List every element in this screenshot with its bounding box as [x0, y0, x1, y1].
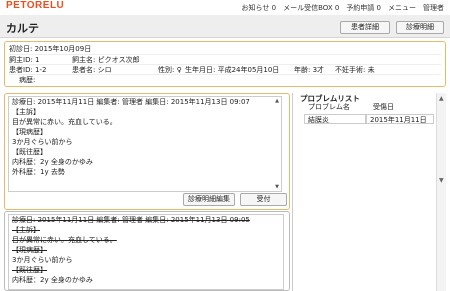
- patient-detail-button[interactable]: 患者詳細: [340, 21, 390, 34]
- note-line: 【現病歴】: [12, 128, 47, 136]
- patient-info-box: 初診日: 2015年10月09日 飼主ID: 1 飼主名: ピクオス次郎 患者I…: [4, 41, 446, 87]
- patient-name: 患者名: シロ: [72, 66, 112, 74]
- note-line: 外科歴：1y 去勢: [12, 168, 65, 176]
- problem-list-panel: プロブレムリスト プロブレム名 受傷日 結膜炎 2015年11月11日: [296, 93, 446, 291]
- chart-note-text[interactable]: 診療日: 2015年11月11日 編集者: 管理者 編集日: 2015年11月1…: [8, 96, 282, 192]
- col-injury-date: 受傷日: [373, 103, 394, 111]
- patient-age: 年齢: 3才: [294, 66, 325, 74]
- nav-menu[interactable]: メニュー: [388, 3, 416, 13]
- scroll-up-icon[interactable]: ▲: [275, 98, 279, 104]
- page-title: カルテ: [6, 22, 39, 35]
- info-row-patient: 患者ID: 1-2 患者名: シロ 性別: ♀ 生年月日: 平成24年05月10…: [9, 64, 441, 74]
- owner-id: 飼主ID: 1: [9, 56, 40, 64]
- top-nav: お知らせ 0 メール受信BOX 0 予約申請 0 メニュー 管理者: [242, 3, 444, 13]
- nav-user-admin[interactable]: 管理者: [423, 3, 444, 13]
- note-line: 内科歴：2y 全身のかゆみ: [12, 158, 93, 166]
- nav-notice[interactable]: お知らせ 0: [242, 3, 277, 13]
- old-note-line: 内科歴：2y 全身のかゆみ: [12, 276, 93, 284]
- note-line: 目が異常に赤い。充血している。: [12, 118, 117, 126]
- patient-birthday: 生年月日: 平成24年05月10日: [185, 66, 280, 74]
- note-line: 【既往歴】: [12, 148, 47, 156]
- first-visit-date: 初診日: 2015年10月09日: [9, 45, 92, 53]
- note-line: 【主訴】: [12, 108, 40, 116]
- accept-button[interactable]: 受付: [240, 193, 287, 206]
- panel-divider: [292, 93, 293, 291]
- nav-reservation-request[interactable]: 予約申請 0: [346, 3, 381, 13]
- old-note-line: 【現病歴】: [12, 246, 47, 254]
- patient-sterilization: 不妊手術: 未: [335, 66, 375, 74]
- info-row-owner: 飼主ID: 1 飼主名: ピクオス次郎: [9, 54, 441, 64]
- old-note-line: 目が異常に赤い。充血している。: [12, 236, 117, 244]
- info-row-first-visit: 初診日: 2015年10月09日: [9, 44, 441, 54]
- previous-note-text[interactable]: 診療日: 2015年11月11日 編集者: 管理者 編集日: 2015年11月1…: [8, 214, 284, 290]
- problem-name: 結膜炎: [304, 114, 366, 124]
- old-note-line: 3か月ぐらい前から: [12, 256, 73, 264]
- patient-id: 患者ID: 1-2: [9, 66, 47, 74]
- edit-statement-button[interactable]: 診療明細編集: [183, 193, 235, 206]
- old-note-line: 【主訴】: [12, 226, 40, 234]
- info-row-history: 病歴:: [9, 74, 441, 84]
- previous-note-panel: 診療日: 2015年11月11日 編集者: 管理者 編集日: 2015年11月1…: [4, 211, 290, 291]
- nav-mail-inbox[interactable]: メール受信BOX 0: [283, 3, 339, 13]
- scroll-down-icon[interactable]: ▼: [275, 184, 279, 190]
- scroll-down-icon[interactable]: ▼: [439, 177, 444, 184]
- problem-list-scrollbar[interactable]: ▲ ▼: [436, 93, 446, 291]
- old-note-header: 診療日: 2015年11月11日 編集者: 管理者 編集日: 2015年11月1…: [12, 216, 250, 224]
- problem-row[interactable]: 結膜炎 2015年11月11日: [304, 114, 434, 124]
- old-note-line: 【既往歴】: [12, 266, 47, 274]
- note-header: 診療日: 2015年11月11日 編集者: 管理者 編集日: 2015年11月1…: [12, 98, 250, 106]
- scroll-up-icon[interactable]: ▲: [439, 95, 444, 102]
- col-problem-name: プロブレム名: [308, 103, 350, 111]
- problem-date: 2015年11月11日: [366, 114, 434, 124]
- top-bar: PETORELU お知らせ 0 メール受信BOX 0 予約申請 0 メニュー 管…: [0, 0, 450, 15]
- problem-table-header: プロブレム名 受傷日: [300, 102, 438, 112]
- app-logo[interactable]: PETORELU: [6, 1, 64, 11]
- medical-history: 病歴:: [19, 76, 36, 84]
- note-line: 3か月ぐらい前から: [12, 138, 73, 146]
- statement-button[interactable]: 診療明細: [396, 21, 444, 34]
- owner-name: 飼主名: ピクオス次郎: [72, 56, 140, 64]
- patient-sex: 性別: ♀: [158, 66, 182, 74]
